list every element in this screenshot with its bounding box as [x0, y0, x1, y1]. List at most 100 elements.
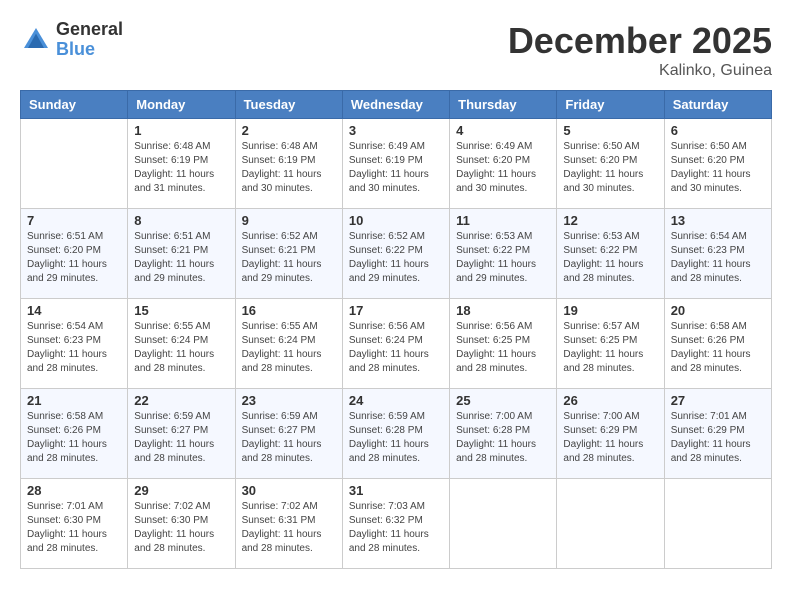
day-info: Sunrise: 6:51 AMSunset: 6:21 PMDaylight:…	[134, 230, 228, 286]
day-info: Sunrise: 6:58 AMSunset: 6:26 PMDaylight:…	[671, 320, 765, 376]
day-number: 6	[671, 123, 765, 138]
day-cell: 14 Sunrise: 6:54 AMSunset: 6:23 PMDayligh…	[21, 299, 128, 389]
day-number: 31	[349, 483, 443, 498]
day-info: Sunrise: 7:00 AMSunset: 6:28 PMDaylight:…	[456, 410, 550, 466]
day-number: 27	[671, 393, 765, 408]
day-cell: 19 Sunrise: 6:57 AMSunset: 6:25 PMDayligh…	[557, 299, 664, 389]
week-row-3: 21 Sunrise: 6:58 AMSunset: 6:26 PMDayligh…	[21, 389, 772, 479]
day-info: Sunrise: 6:58 AMSunset: 6:26 PMDaylight:…	[27, 410, 121, 466]
day-number: 4	[456, 123, 550, 138]
day-info: Sunrise: 7:00 AMSunset: 6:29 PMDaylight:…	[563, 410, 657, 466]
day-cell: 21 Sunrise: 6:58 AMSunset: 6:26 PMDayligh…	[21, 389, 128, 479]
header-cell-sunday: Sunday	[21, 91, 128, 119]
day-info: Sunrise: 6:48 AMSunset: 6:19 PMDaylight:…	[242, 140, 336, 196]
day-info: Sunrise: 6:55 AMSunset: 6:24 PMDaylight:…	[134, 320, 228, 376]
day-info: Sunrise: 7:02 AMSunset: 6:30 PMDaylight:…	[134, 500, 228, 556]
day-cell: 11Sunrise: 6:53 AMSunset: 6:22 PMDayligh…	[450, 209, 557, 299]
day-cell: 26 Sunrise: 7:00 AMSunset: 6:29 PMDayligh…	[557, 389, 664, 479]
day-info: Sunrise: 6:52 AMSunset: 6:22 PMDaylight:…	[349, 230, 443, 286]
day-info: Sunrise: 6:48 AMSunset: 6:19 PMDaylight:…	[134, 140, 228, 196]
day-number: 1	[134, 123, 228, 138]
day-cell: 5 Sunrise: 6:50 AMSunset: 6:20 PMDaylight…	[557, 119, 664, 209]
week-row-1: 7 Sunrise: 6:51 AMSunset: 6:20 PMDaylight…	[21, 209, 772, 299]
day-info: Sunrise: 6:59 AMSunset: 6:28 PMDaylight:…	[349, 410, 443, 466]
day-cell	[557, 479, 664, 569]
day-number: 9	[242, 213, 336, 228]
day-number: 23	[242, 393, 336, 408]
day-number: 24	[349, 393, 443, 408]
day-number: 13	[671, 213, 765, 228]
header-cell-tuesday: Tuesday	[235, 91, 342, 119]
day-number: 8	[134, 213, 228, 228]
logo-general: General	[56, 20, 123, 40]
calendar-header: SundayMondayTuesdayWednesdayThursdayFrid…	[21, 91, 772, 119]
day-info: Sunrise: 6:54 AMSunset: 6:23 PMDaylight:…	[671, 230, 765, 286]
day-cell	[450, 479, 557, 569]
location: Kalinko, Guinea	[508, 62, 772, 80]
header-cell-friday: Friday	[557, 91, 664, 119]
day-number: 12	[563, 213, 657, 228]
day-cell: 20 Sunrise: 6:58 AMSunset: 6:26 PMDayligh…	[664, 299, 771, 389]
day-cell: 31 Sunrise: 7:03 AMSunset: 6:32 PMDayligh…	[342, 479, 449, 569]
day-number: 11	[456, 213, 550, 228]
header-cell-wednesday: Wednesday	[342, 91, 449, 119]
day-info: Sunrise: 7:01 AMSunset: 6:29 PMDaylight:…	[671, 410, 765, 466]
day-cell: 1 Sunrise: 6:48 AMSunset: 6:19 PMDaylight…	[128, 119, 235, 209]
day-cell: 13 Sunrise: 6:54 AMSunset: 6:23 PMDayligh…	[664, 209, 771, 299]
day-number: 2	[242, 123, 336, 138]
day-number: 10	[349, 213, 443, 228]
day-number: 28	[27, 483, 121, 498]
day-number: 19	[563, 303, 657, 318]
day-cell: 29 Sunrise: 7:02 AMSunset: 6:30 PMDayligh…	[128, 479, 235, 569]
day-number: 22	[134, 393, 228, 408]
day-cell: 8 Sunrise: 6:51 AMSunset: 6:21 PMDaylight…	[128, 209, 235, 299]
day-info: Sunrise: 6:50 AMSunset: 6:20 PMDaylight:…	[563, 140, 657, 196]
page-header: General Blue December 2025 Kalinko, Guin…	[20, 20, 772, 80]
day-number: 26	[563, 393, 657, 408]
day-cell: 24 Sunrise: 6:59 AMSunset: 6:28 PMDayligh…	[342, 389, 449, 479]
day-number: 5	[563, 123, 657, 138]
day-number: 29	[134, 483, 228, 498]
day-info: Sunrise: 7:02 AMSunset: 6:31 PMDaylight:…	[242, 500, 336, 556]
week-row-4: 28 Sunrise: 7:01 AMSunset: 6:30 PMDayligh…	[21, 479, 772, 569]
logo-text: General Blue	[56, 20, 123, 60]
day-number: 14	[27, 303, 121, 318]
day-cell: 9 Sunrise: 6:52 AMSunset: 6:21 PMDaylight…	[235, 209, 342, 299]
day-info: Sunrise: 7:01 AMSunset: 6:30 PMDaylight:…	[27, 500, 121, 556]
day-info: Sunrise: 6:51 AMSunset: 6:20 PMDaylight:…	[27, 230, 121, 286]
day-cell: 18Sunrise: 6:56 AMSunset: 6:25 PMDayligh…	[450, 299, 557, 389]
day-number: 7	[27, 213, 121, 228]
day-info: Sunrise: 6:53 AMSunset: 6:22 PMDaylight:…	[563, 230, 657, 286]
day-number: 20	[671, 303, 765, 318]
day-info: Sunrise: 6:54 AMSunset: 6:23 PMDaylight:…	[27, 320, 121, 376]
day-cell: 16Sunrise: 6:55 AMSunset: 6:24 PMDayligh…	[235, 299, 342, 389]
day-cell: 25Sunrise: 7:00 AMSunset: 6:28 PMDayligh…	[450, 389, 557, 479]
day-cell: 27 Sunrise: 7:01 AMSunset: 6:29 PMDayligh…	[664, 389, 771, 479]
header-cell-monday: Monday	[128, 91, 235, 119]
day-number: 21	[27, 393, 121, 408]
week-row-2: 14 Sunrise: 6:54 AMSunset: 6:23 PMDayligh…	[21, 299, 772, 389]
day-info: Sunrise: 6:49 AMSunset: 6:20 PMDaylight:…	[456, 140, 550, 196]
day-cell	[664, 479, 771, 569]
calendar-body: 1 Sunrise: 6:48 AMSunset: 6:19 PMDaylight…	[21, 119, 772, 569]
day-info: Sunrise: 6:52 AMSunset: 6:21 PMDaylight:…	[242, 230, 336, 286]
day-cell: 4 Sunrise: 6:49 AMSunset: 6:20 PMDaylight…	[450, 119, 557, 209]
month-title: December 2025	[508, 20, 772, 62]
day-info: Sunrise: 6:57 AMSunset: 6:25 PMDaylight:…	[563, 320, 657, 376]
day-info: Sunrise: 6:56 AMSunset: 6:25 PMDaylight:…	[456, 320, 550, 376]
day-info: Sunrise: 7:03 AMSunset: 6:32 PMDaylight:…	[349, 500, 443, 556]
day-cell: 10 Sunrise: 6:52 AMSunset: 6:22 PMDayligh…	[342, 209, 449, 299]
day-info: Sunrise: 6:50 AMSunset: 6:20 PMDaylight:…	[671, 140, 765, 196]
logo-blue: Blue	[56, 40, 123, 60]
day-cell: 22Sunrise: 6:59 AMSunset: 6:27 PMDayligh…	[128, 389, 235, 479]
day-number: 17	[349, 303, 443, 318]
day-cell: 2 Sunrise: 6:48 AMSunset: 6:19 PMDaylight…	[235, 119, 342, 209]
day-cell: 3Sunrise: 6:49 AMSunset: 6:19 PMDaylight…	[342, 119, 449, 209]
header-cell-thursday: Thursday	[450, 91, 557, 119]
day-cell: 6 Sunrise: 6:50 AMSunset: 6:20 PMDaylight…	[664, 119, 771, 209]
day-cell: 23Sunrise: 6:59 AMSunset: 6:27 PMDayligh…	[235, 389, 342, 479]
header-row: SundayMondayTuesdayWednesdayThursdayFrid…	[21, 91, 772, 119]
day-info: Sunrise: 6:49 AMSunset: 6:19 PMDaylight:…	[349, 140, 443, 196]
logo-icon	[20, 24, 52, 56]
day-number: 16	[242, 303, 336, 318]
